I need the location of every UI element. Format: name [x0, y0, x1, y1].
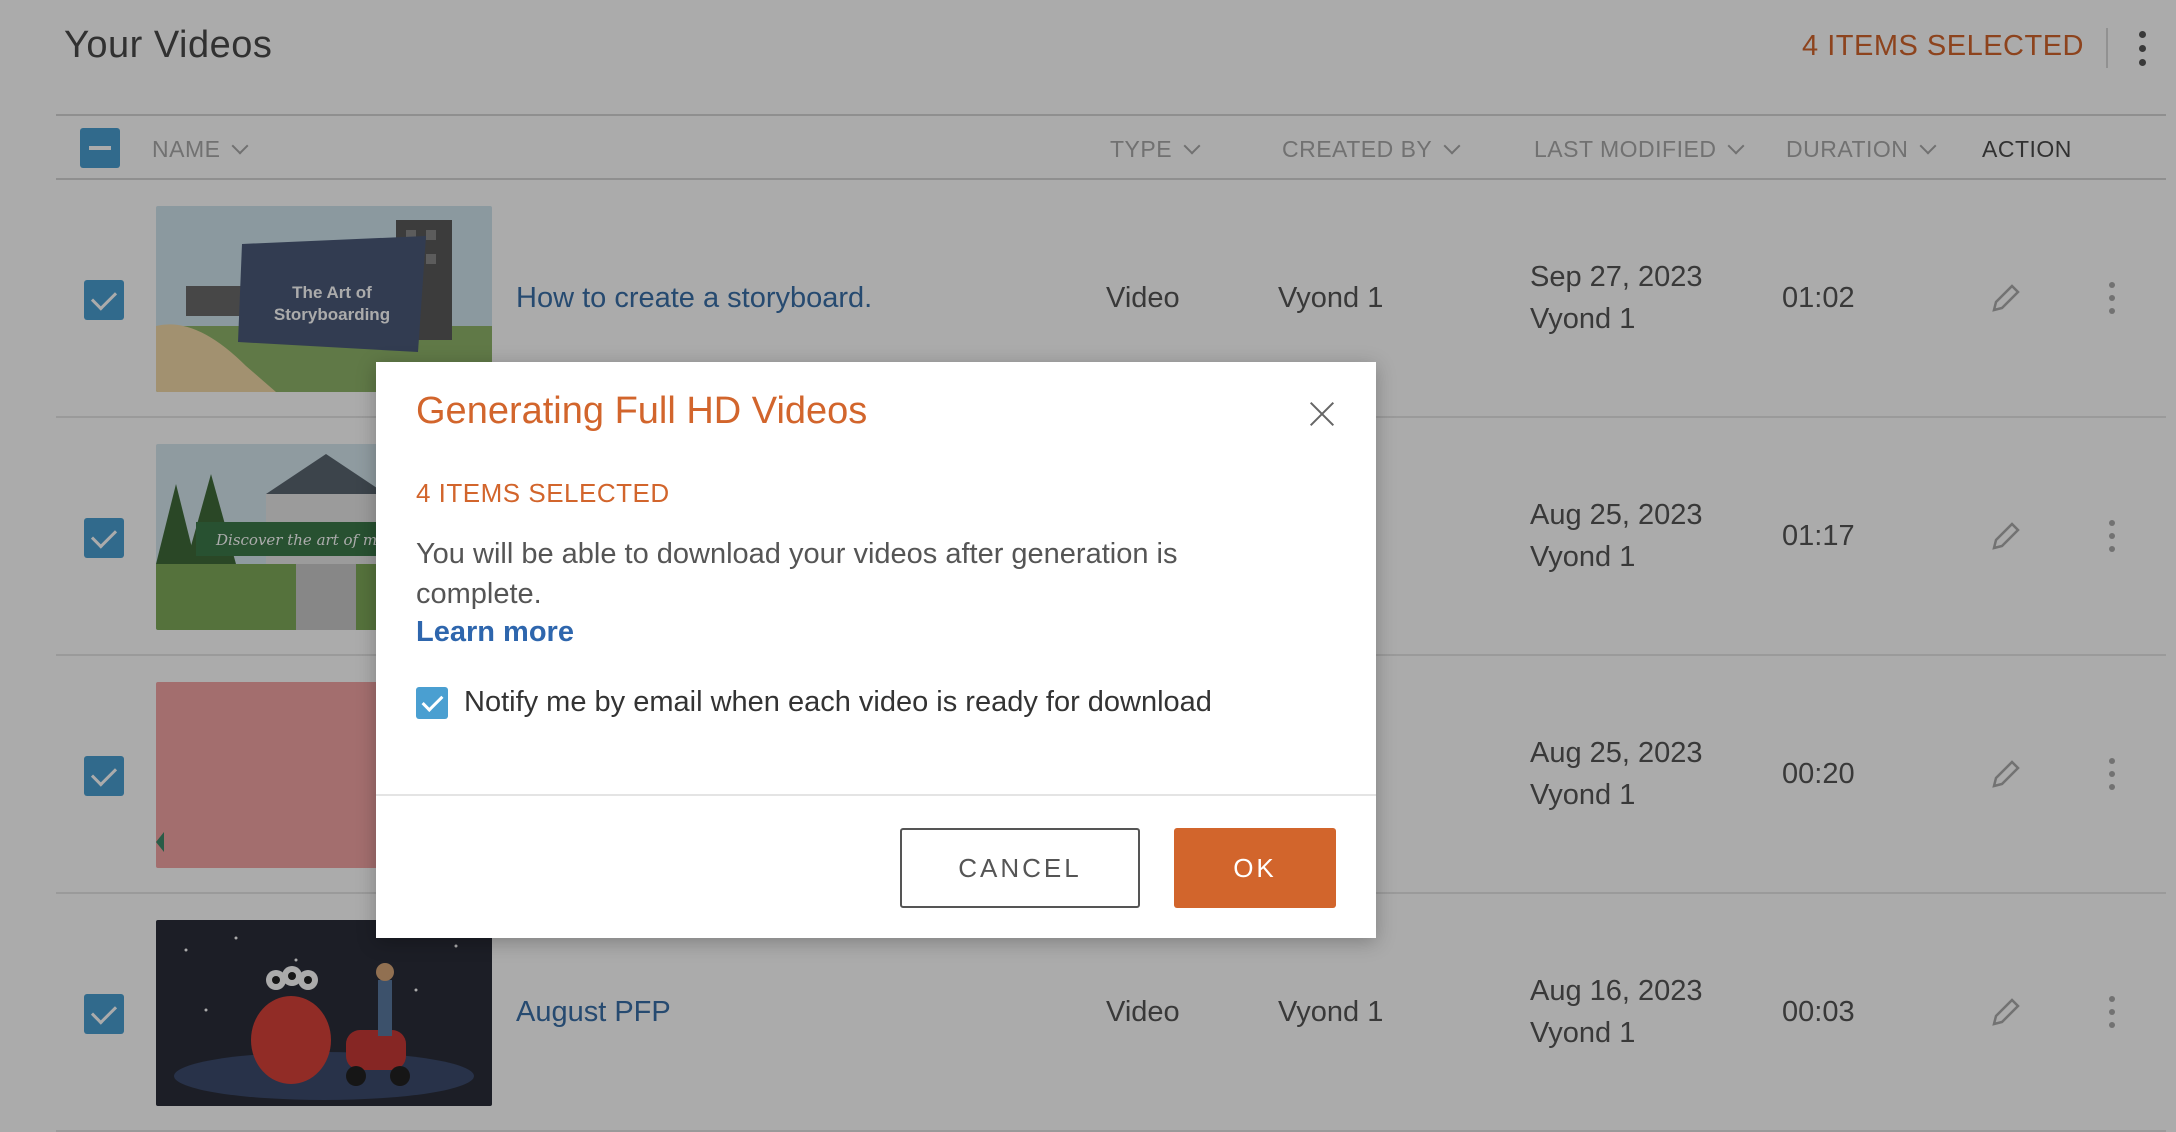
dialog-divider [376, 794, 1376, 796]
dialog-selected-count: 4 ITEMS SELECTED [416, 478, 670, 508]
close-icon[interactable] [1304, 396, 1340, 432]
notify-label: Notify me by email when each video is re… [464, 686, 1212, 718]
cancel-button[interactable]: CANCEL [900, 828, 1140, 908]
notify-checkbox[interactable] [416, 686, 448, 719]
notify-option[interactable]: Notify me by email when each video is re… [416, 686, 1212, 719]
dialog-title: Generating Full HD Videos [416, 390, 868, 432]
learn-more-link[interactable]: Learn more [416, 616, 574, 649]
ok-button[interactable]: OK [1174, 828, 1336, 908]
dialog-message: You will be able to download your videos… [416, 538, 1178, 610]
generate-hd-dialog: Generating Full HD Videos 4 ITEMS SELECT… [376, 362, 1376, 938]
